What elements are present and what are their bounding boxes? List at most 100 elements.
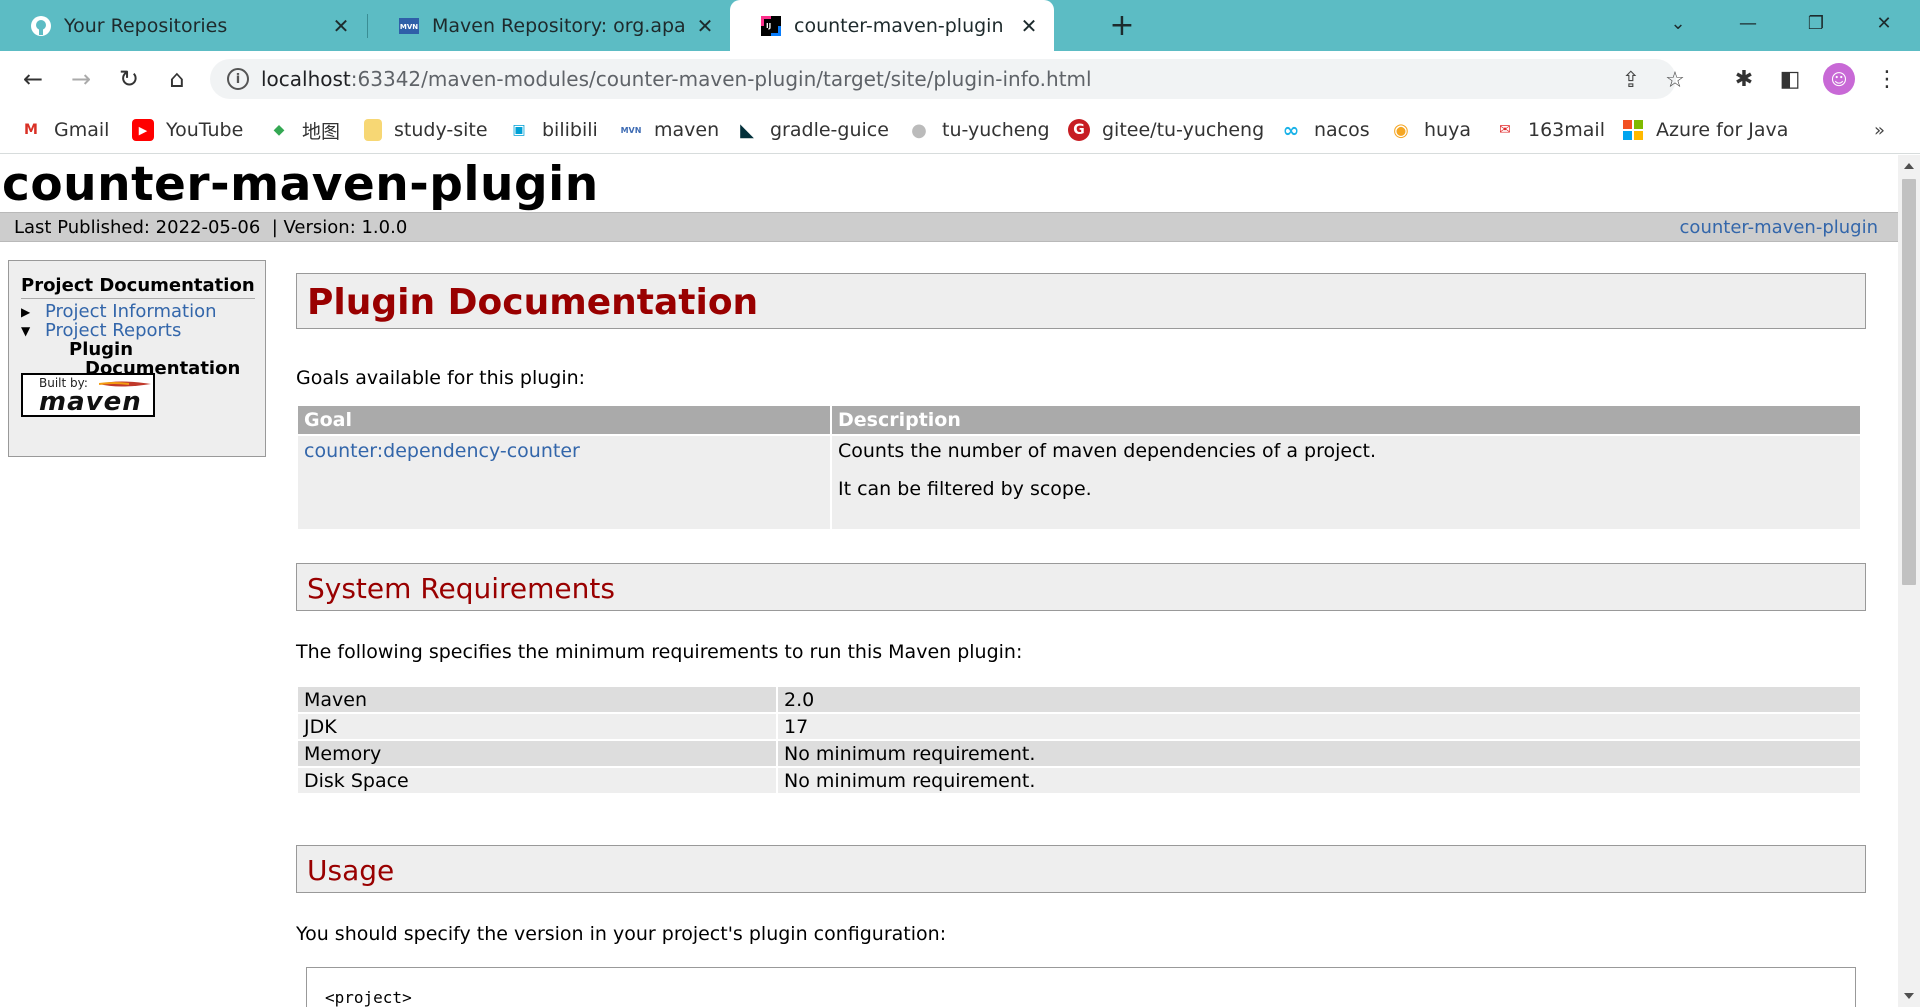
- close-tab-icon[interactable]: ✕: [694, 14, 716, 38]
- bookmark-youtube[interactable]: ▶ YouTube: [132, 116, 243, 144]
- restore-button[interactable]: ❐: [1794, 8, 1838, 38]
- site-info-icon[interactable]: i: [227, 68, 249, 90]
- side-panel-icon[interactable]: ◧: [1773, 62, 1807, 96]
- scroll-up-arrow-icon[interactable]: [1904, 163, 1914, 169]
- tab-maven-repository[interactable]: MVN Maven Repository: org.apache ✕: [368, 0, 730, 51]
- column-header-goal: Goal: [298, 406, 830, 434]
- page-viewport: counter-maven-plugin Last Published: 202…: [0, 155, 1898, 1007]
- built-by-maven-logo[interactable]: Built by: maven: [21, 373, 155, 417]
- vertical-scrollbar[interactable]: [1898, 155, 1920, 1007]
- code-block: <project>: [306, 967, 1856, 1007]
- requirements-table: Maven 2.0 JDK 17 Memory No minimum requi…: [296, 685, 1862, 795]
- bookmark-bilibili[interactable]: ▣ bilibili: [508, 116, 597, 144]
- bookmark-maps[interactable]: ◆ 地图: [268, 116, 340, 144]
- bookmark-tu-yucheng[interactable]: ● tu-yucheng: [908, 116, 1049, 144]
- new-tab-button[interactable]: +: [1106, 8, 1138, 43]
- tab-title: Maven Repository: org.apache: [432, 14, 686, 37]
- tab-title: Your Repositories: [64, 14, 228, 37]
- home-icon[interactable]: ⌂: [160, 62, 194, 96]
- table-row: Disk Space No minimum requirement.: [298, 768, 1860, 793]
- collapsed-arrow-icon: ▶: [21, 304, 31, 319]
- mvn-icon: MVN: [398, 15, 420, 37]
- tab-your-repositories[interactable]: Your Repositories ✕: [0, 0, 366, 51]
- bookmark-star-icon[interactable]: ☆: [1662, 67, 1688, 93]
- code-text: <project>: [325, 988, 412, 1007]
- close-tab-icon[interactable]: ✕: [330, 14, 352, 38]
- bookmark-nacos[interactable]: ∞ nacos: [1280, 116, 1370, 144]
- forward-icon[interactable]: →: [64, 62, 98, 96]
- tab-title: counter-maven-plugin – Plugi: [794, 14, 1010, 37]
- share-icon[interactable]: ⇪: [1618, 67, 1644, 93]
- page-heading: Plugin Documentation: [296, 273, 1866, 329]
- goal-link-dependency-counter[interactable]: counter:dependency-counter: [304, 440, 580, 462]
- bookmark-gmail[interactable]: M Gmail: [20, 116, 109, 144]
- bookmark-163mail[interactable]: ✉ 163mail: [1494, 116, 1605, 144]
- mail163-icon: ✉: [1499, 122, 1511, 138]
- tab-plugin-documentation[interactable]: IJ counter-maven-plugin – Plugi ✕: [730, 0, 1054, 51]
- minimize-button[interactable]: —: [1726, 8, 1770, 38]
- bookmarks-bar: M Gmail ▶ YouTube ◆ 地图 study-site ▣ bilibili…: [0, 106, 1920, 154]
- sidebar-item-project-information[interactable]: ▶ Project Information: [21, 301, 217, 322]
- site-title: counter-maven-plugin: [2, 157, 599, 212]
- intellij-icon: IJ: [760, 15, 782, 37]
- breadcrumb-project-link[interactable]: counter-maven-plugin: [1680, 217, 1878, 238]
- bookmark-study-site[interactable]: study-site: [364, 116, 488, 144]
- maps-icon: ◆: [273, 122, 285, 138]
- goal-description-extra: It can be filtered by scope.: [838, 478, 1092, 500]
- extensions-icon[interactable]: ✱: [1727, 62, 1761, 96]
- navigation-bar: ← → ↻ ⌂ i localhost:63342/maven-modules/…: [0, 51, 1920, 106]
- nacos-icon: ∞: [1282, 118, 1300, 142]
- close-window-button[interactable]: ✕: [1862, 8, 1906, 38]
- svg-text:MVN: MVN: [400, 23, 418, 31]
- menu-kebab-icon[interactable]: ⋮: [1870, 62, 1904, 96]
- goal-description: Counts the number of maven dependencies …: [838, 440, 1377, 462]
- bilibili-icon: ▣: [512, 122, 526, 138]
- back-icon[interactable]: ←: [16, 62, 50, 96]
- sidebar-heading: Project Documentation: [21, 275, 255, 296]
- folder-icon: [364, 119, 382, 141]
- table-row: Maven 2.0: [298, 687, 1860, 712]
- requirements-intro: The following specifies the minimum requ…: [296, 641, 1023, 663]
- sidebar-divider: [21, 298, 255, 299]
- bookmark-gitee[interactable]: Ggitee/tu-yucheng: [1068, 116, 1264, 144]
- scrollbar-thumb[interactable]: [1902, 179, 1916, 585]
- goals-intro: Goals available for this plugin:: [296, 367, 586, 389]
- gmail-icon: M: [24, 122, 38, 138]
- close-tab-icon[interactable]: ✕: [1018, 14, 1040, 38]
- table-row: counter:dependency-counter Counts the nu…: [298, 436, 1860, 529]
- gitee-icon: G: [1068, 119, 1090, 141]
- bookmark-huya[interactable]: ◉ huya: [1390, 116, 1471, 144]
- sidebar-current-plugin: Plugin: [69, 339, 134, 360]
- column-header-description: Description: [832, 406, 1860, 434]
- tab-search-icon[interactable]: ⌄: [1656, 8, 1700, 38]
- sidebar-item-project-reports[interactable]: ▼ Project Reports: [21, 320, 181, 341]
- azure-icon: [1622, 119, 1644, 141]
- url-text[interactable]: localhost:63342/maven-modules/counter-ma…: [261, 67, 1092, 91]
- table-row: Memory No minimum requirement.: [298, 741, 1860, 766]
- goals-table: Goal Description counter:dependency-coun…: [296, 404, 1862, 531]
- system-requirements-heading: System Requirements: [296, 563, 1866, 611]
- scroll-down-arrow-icon[interactable]: [1904, 993, 1914, 999]
- publish-info: Last Published: 2022-05-06 | Version: 1.…: [14, 217, 408, 238]
- youtube-icon: ▶: [132, 119, 154, 141]
- huya-icon: ◉: [1393, 119, 1409, 141]
- table-row: JDK 17: [298, 714, 1860, 739]
- usage-heading: Usage: [296, 845, 1866, 893]
- more-bookmarks-icon[interactable]: »: [1874, 120, 1885, 141]
- table-header-row: Goal Description: [298, 406, 1860, 434]
- mvn-icon: MVN: [620, 125, 642, 135]
- svg-text:IJ: IJ: [766, 22, 771, 30]
- address-bar[interactable]: i localhost:63342/maven-modules/counter-…: [210, 59, 1685, 99]
- sidebar-navigation: Project Documentation ▶ Project Informat…: [8, 260, 266, 457]
- maven-feather-icon: [99, 381, 151, 387]
- github-icon: ●: [911, 119, 927, 141]
- bookmark-azure[interactable]: Azure for Java: [1622, 116, 1788, 144]
- gradle-icon: ◣: [740, 119, 754, 141]
- reload-icon[interactable]: ↻: [112, 62, 146, 96]
- bookmark-gradle-guice[interactable]: ◣ gradle-guice: [736, 116, 889, 144]
- bookmark-maven[interactable]: MVN maven: [620, 116, 720, 144]
- usage-intro: You should specify the version in your p…: [296, 923, 947, 945]
- profile-avatar[interactable]: ☺: [1823, 63, 1855, 95]
- breadcrumb: Last Published: 2022-05-06 | Version: 1.…: [0, 212, 1898, 242]
- github-icon: [30, 15, 52, 37]
